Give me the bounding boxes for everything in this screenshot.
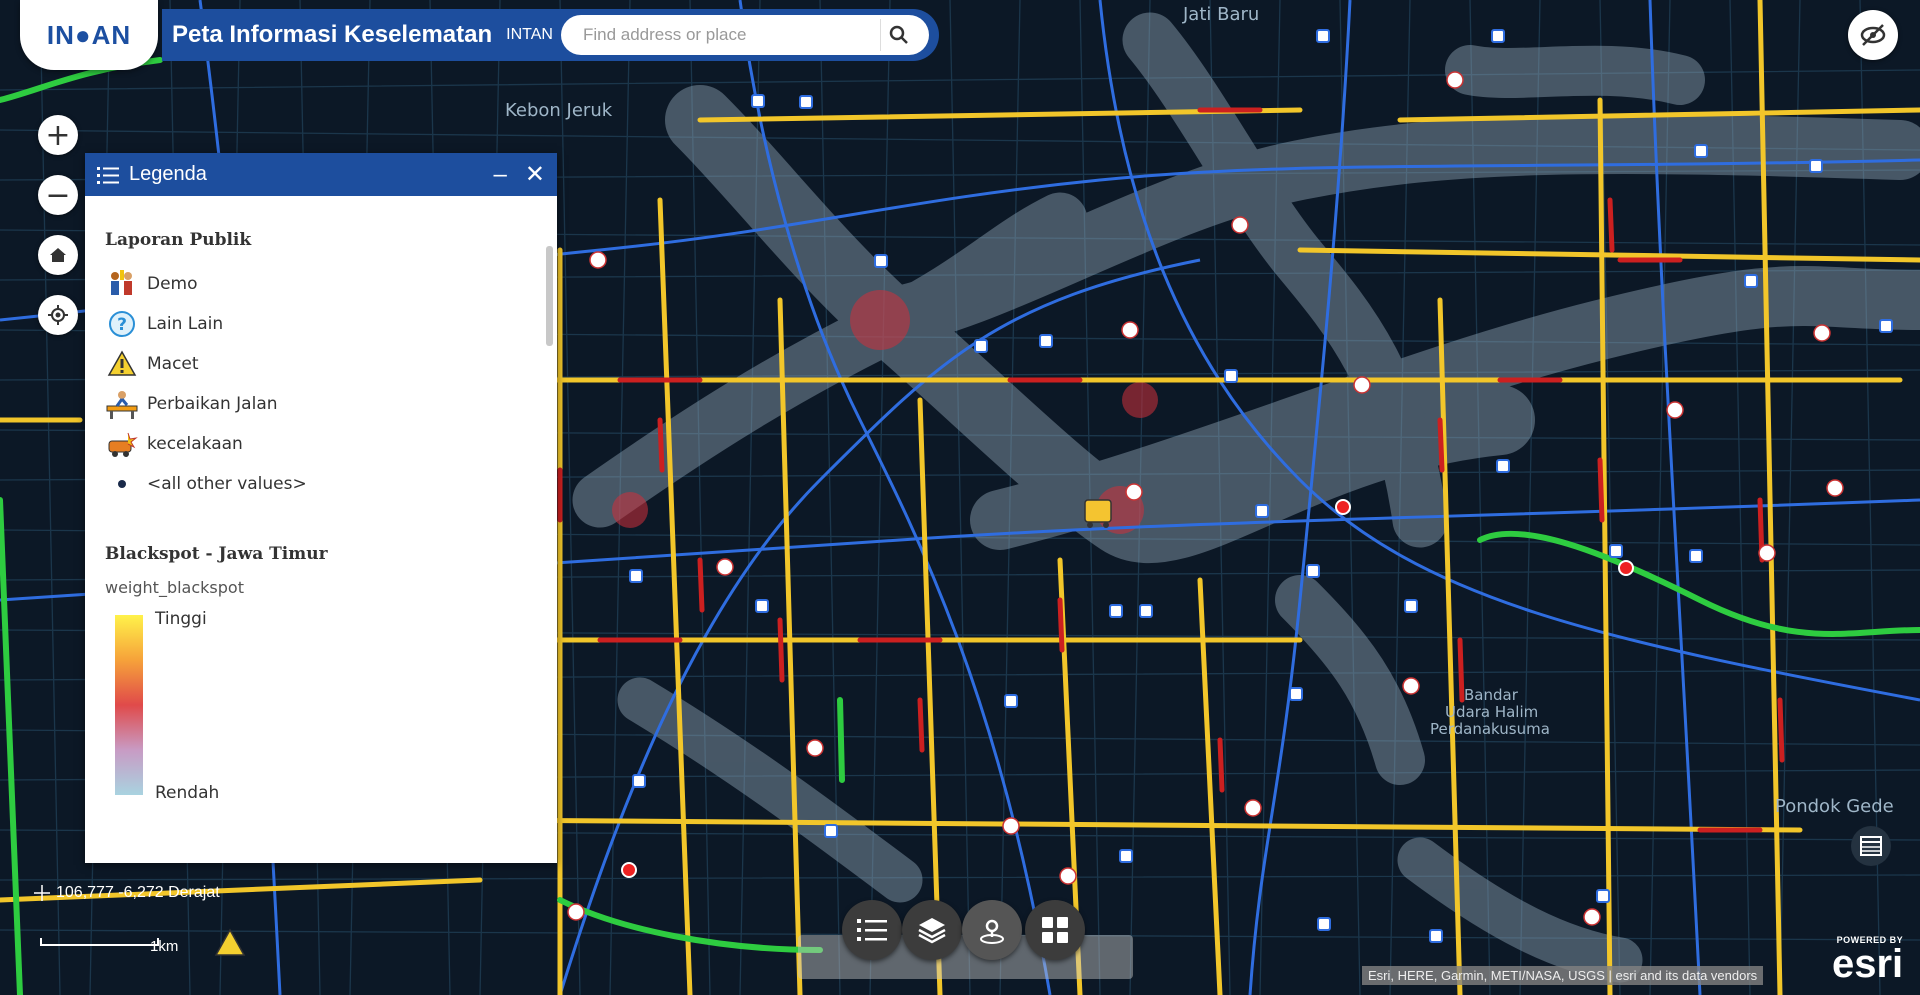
legend-minimize-button[interactable]: – [494, 161, 507, 189]
scale-line [40, 938, 159, 946]
app-header: IN●AN Peta Informasi Keselematan INTAN [20, 0, 955, 70]
map-label-jati-baru: Jati Baru [1183, 4, 1260, 25]
eye-slash-icon [1860, 24, 1886, 46]
search-icon [889, 25, 908, 44]
widgets-button[interactable] [1025, 900, 1085, 960]
basemap-button[interactable] [962, 900, 1022, 960]
map-label-kebon-jeruk: Kebon Jeruk [505, 100, 613, 121]
ramp-low-label: Rendah [155, 783, 220, 803]
legend-item: kecelakaan [105, 424, 537, 464]
svg-text:?: ? [117, 315, 127, 335]
scale-label: 1km [150, 938, 179, 955]
crosshair-icon [34, 885, 50, 901]
legend-label: <all other values> [147, 474, 307, 494]
map-label-bandara-1: Bandar [1464, 686, 1518, 704]
layers-icon [918, 918, 946, 944]
minus-icon: − [45, 177, 71, 213]
app-logo: IN●AN [20, 0, 158, 70]
legend-label: Demo [147, 274, 198, 294]
legend-item: ? Lain Lain [105, 304, 537, 344]
legend-body[interactable]: Laporan Publik Demo ? Lain Lain Macet Pe… [85, 196, 557, 836]
zoom-out-button[interactable]: − [38, 175, 78, 215]
table-icon [1860, 836, 1882, 856]
map-label-pondok-gede: Pondok Gede [1775, 796, 1894, 817]
app-subtitle: INTAN [506, 26, 553, 43]
layers-button[interactable] [902, 900, 962, 960]
logo-text: IN●AN [46, 19, 132, 50]
crowd-icon [105, 267, 139, 301]
legend-item: Demo [105, 264, 537, 304]
search-box [560, 15, 929, 55]
accident-icon [105, 427, 139, 461]
ramp-high-label: Tinggi [155, 609, 207, 629]
esri-logo: POWERED BY esri [1832, 935, 1904, 986]
legend-toggle-button[interactable] [842, 900, 902, 960]
legend-title: Legenda [129, 163, 207, 185]
hide-ui-button[interactable] [1848, 10, 1898, 60]
dot-icon [105, 467, 139, 501]
app-title: Peta Informasi Keselematan [172, 21, 493, 48]
attribute-table-button[interactable] [1851, 826, 1891, 866]
scale-bar: 1km [40, 938, 178, 955]
legend-item: <all other values> [105, 464, 537, 504]
question-icon: ? [105, 307, 139, 341]
legend-field-name: weight_blackspot [105, 578, 244, 597]
locate-button[interactable] [38, 295, 78, 335]
esri-brand: esri [1832, 942, 1904, 986]
map-label-bandara-3: Perdanakusuma [1430, 720, 1550, 738]
legend-header: Legenda – ✕ [85, 153, 557, 196]
zoom-in-button[interactable]: + [38, 115, 78, 155]
coordinate-text: 106,777 -6,272 Derajat [56, 884, 220, 901]
title-bar: Peta Informasi Keselematan INTAN [162, 9, 939, 61]
search-input[interactable] [580, 24, 880, 46]
location-pin-icon [980, 919, 1004, 944]
home-icon [50, 248, 66, 262]
list-icon [97, 166, 119, 184]
roadwork-icon [105, 387, 139, 421]
heat-ramp: Tinggi Rendah [105, 609, 537, 803]
map-label-bandara-2: Udara Halim [1445, 703, 1539, 721]
locate-icon [48, 305, 68, 325]
color-ramp-bar [115, 615, 143, 795]
legend-section-title: Blackspot - Jawa Timur [105, 544, 328, 564]
legend-item: Macet [105, 344, 537, 384]
legend-label: Macet [147, 354, 199, 374]
coordinate-readout: 106,777 -6,272 Derajat [34, 884, 220, 902]
legend-label: Lain Lain [147, 314, 224, 334]
legend-label: Perbaikan Jalan [147, 394, 278, 414]
warning-icon [105, 347, 139, 381]
plus-icon: + [45, 117, 71, 153]
legend-section-title: Laporan Publik [105, 230, 252, 250]
map-attribution: Esri, HERE, Garmin, METI/NASA, USGS | es… [1362, 966, 1764, 985]
legend-label: kecelakaan [147, 434, 243, 454]
home-button[interactable] [38, 235, 78, 275]
list-icon [857, 919, 887, 941]
legend-close-button[interactable]: ✕ [525, 160, 545, 189]
grid-icon [1042, 917, 1068, 943]
search-button[interactable] [879, 19, 917, 51]
legend-panel: Legenda – ✕ Laporan Publik Demo ? Lain L… [85, 153, 557, 863]
legend-item: Perbaikan Jalan [105, 384, 537, 424]
legend-scrollbar[interactable] [546, 246, 553, 346]
